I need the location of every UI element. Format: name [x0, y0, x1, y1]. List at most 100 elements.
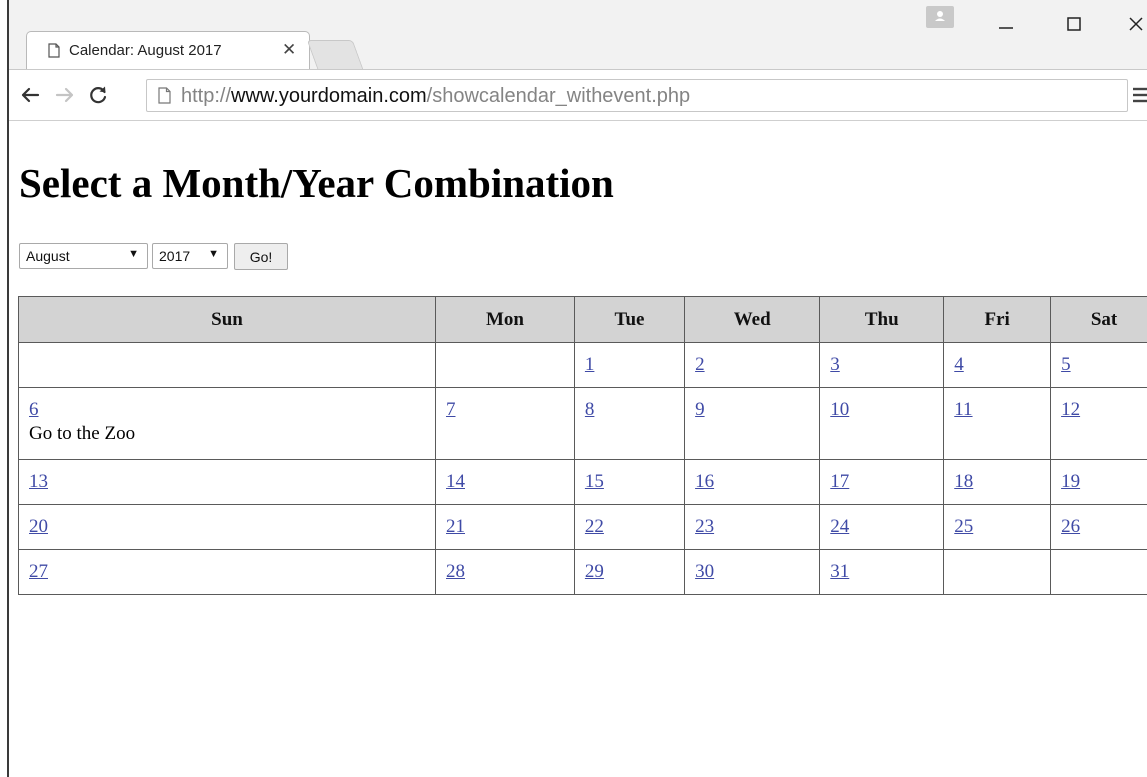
day-cell: 21	[435, 504, 575, 550]
day-cell: 28	[435, 549, 575, 595]
day-cell: 4	[943, 342, 1052, 388]
back-arrow-icon[interactable]	[19, 84, 41, 106]
day-cell: 3	[819, 342, 945, 388]
day-cell: 25	[943, 504, 1052, 550]
day-link[interactable]: 5	[1061, 354, 1071, 375]
day-cell: 24	[819, 504, 945, 550]
weekday-header: Wed	[684, 296, 821, 343]
day-link[interactable]: 17	[830, 471, 849, 492]
day-cell: 30	[684, 549, 821, 595]
browser-tab[interactable]: Calendar: August 2017 ✕	[26, 31, 310, 69]
day-link[interactable]: 31	[830, 561, 849, 582]
calendar-table: Sun Mon Tue Wed Thu Fri Sat 1 2 3 4 5 6 …	[18, 296, 1147, 595]
day-cell: 16	[684, 459, 821, 505]
day-link[interactable]: 19	[1061, 471, 1080, 492]
day-cell: 26	[1050, 504, 1147, 550]
day-cell: 14	[435, 459, 575, 505]
day-link[interactable]: 20	[29, 516, 48, 537]
day-link[interactable]: 8	[585, 399, 595, 420]
day-link[interactable]: 24	[830, 516, 849, 537]
window-close-icon[interactable]	[1124, 12, 1147, 36]
go-button[interactable]: Go!	[234, 243, 288, 270]
weekday-header-row: Sun Mon Tue Wed Thu Fri Sat	[18, 296, 1147, 343]
day-cell: 7	[435, 387, 575, 460]
url-text[interactable]: http://www.yourdomain.com/showcalendar_w…	[181, 85, 690, 108]
tab-close-icon[interactable]: ✕	[282, 40, 296, 60]
day-cell-empty	[943, 549, 1052, 595]
day-cell-empty	[435, 342, 575, 388]
maximize-icon[interactable]	[1062, 12, 1086, 36]
page-icon	[158, 87, 171, 104]
day-cell: 29	[573, 549, 686, 595]
day-link[interactable]: 28	[446, 561, 465, 582]
day-cell: 12	[1050, 387, 1147, 460]
day-link[interactable]: 13	[29, 471, 48, 492]
address-bar[interactable]: http://www.yourdomain.com/showcalendar_w…	[146, 79, 1128, 112]
day-cell: 1	[573, 342, 686, 388]
forward-arrow-icon[interactable]	[54, 84, 76, 106]
day-cell: 13	[18, 459, 436, 505]
day-link[interactable]: 21	[446, 516, 465, 537]
day-link[interactable]: 7	[446, 399, 456, 420]
day-link[interactable]: 27	[29, 561, 48, 582]
week-row: 27 28 29 30 31	[18, 549, 1147, 595]
new-tab-button[interactable]	[306, 40, 364, 69]
day-link[interactable]: 30	[695, 561, 714, 582]
dropdown-arrow-icon: ▼	[128, 248, 139, 260]
day-link[interactable]: 23	[695, 516, 714, 537]
url-scheme: http://	[181, 85, 232, 107]
week-row: 1 2 3 4 5	[18, 342, 1147, 388]
day-cell: 9	[684, 387, 821, 460]
minimize-icon[interactable]	[994, 12, 1018, 36]
day-link[interactable]: 4	[954, 354, 964, 375]
week-row: 6 Go to the Zoo 7 8 9 10 11 12	[18, 387, 1147, 460]
year-select-value: 2017	[159, 248, 191, 264]
day-cell: 10	[819, 387, 945, 460]
week-row: 20 21 22 23 24 25 26	[18, 504, 1147, 550]
year-select[interactable]: 2017 ▼	[152, 243, 228, 269]
day-cell: 18	[943, 459, 1052, 505]
event-text: Go to the Zoo	[29, 423, 136, 444]
day-cell: 6 Go to the Zoo	[18, 387, 436, 460]
day-cell: 23	[684, 504, 821, 550]
day-link[interactable]: 14	[446, 471, 465, 492]
month-select-value: August	[26, 248, 70, 264]
url-host: www.yourdomain.com	[231, 85, 427, 107]
day-link[interactable]: 2	[695, 354, 705, 375]
weekday-header: Mon	[435, 296, 575, 343]
page-icon	[48, 43, 60, 58]
day-link[interactable]: 6	[29, 399, 39, 420]
day-link[interactable]: 15	[585, 471, 604, 492]
day-link[interactable]: 3	[830, 354, 840, 375]
month-select[interactable]: August ▼	[19, 243, 148, 269]
dropdown-arrow-icon: ▼	[208, 248, 219, 260]
day-link[interactable]: 22	[585, 516, 604, 537]
day-link[interactable]: 10	[830, 399, 849, 420]
day-link[interactable]: 1	[585, 354, 595, 375]
day-link[interactable]: 9	[695, 399, 705, 420]
tab-title: Calendar: August 2017	[69, 42, 222, 59]
day-link[interactable]: 26	[1061, 516, 1080, 537]
weekday-header: Sun	[18, 296, 436, 343]
day-link[interactable]: 16	[695, 471, 714, 492]
day-cell: 11	[943, 387, 1052, 460]
day-link[interactable]: 18	[954, 471, 973, 492]
menu-icon[interactable]	[1127, 83, 1147, 107]
day-cell: 17	[819, 459, 945, 505]
weekday-header: Thu	[819, 296, 945, 343]
day-cell: 20	[18, 504, 436, 550]
browser-tab-strip: Calendar: August 2017 ✕	[9, 0, 1147, 70]
url-path: /showcalendar_withevent.php	[426, 85, 691, 107]
weekday-header: Fri	[943, 296, 1052, 343]
browser-toolbar: http://www.yourdomain.com/showcalendar_w…	[9, 69, 1147, 121]
profile-icon[interactable]	[926, 6, 954, 28]
day-link[interactable]: 11	[954, 399, 972, 420]
day-cell: 22	[573, 504, 686, 550]
day-cell: 5	[1050, 342, 1147, 388]
day-cell: 27	[18, 549, 436, 595]
day-link[interactable]: 12	[1061, 399, 1080, 420]
page-title: Select a Month/Year Combination	[19, 160, 614, 206]
day-link[interactable]: 29	[585, 561, 604, 582]
day-link[interactable]: 25	[954, 516, 973, 537]
reload-icon[interactable]	[87, 84, 109, 106]
